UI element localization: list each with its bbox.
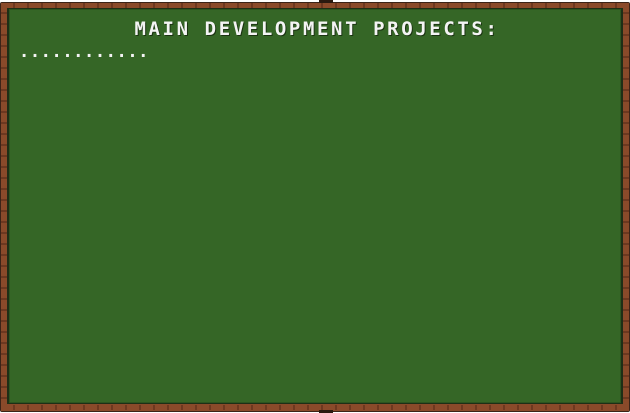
- project-list-placeholder: ............: [19, 42, 150, 62]
- frame-notch-top: [319, 0, 333, 3]
- chalkboard-frame: MAIN DEVELOPMENT PROJECTS: ............: [0, 0, 630, 413]
- chalkboard-surface: [9, 9, 621, 403]
- board-title: MAIN DEVELOPMENT PROJECTS:: [134, 18, 500, 40]
- wooden-border-bottom: [1, 405, 629, 410]
